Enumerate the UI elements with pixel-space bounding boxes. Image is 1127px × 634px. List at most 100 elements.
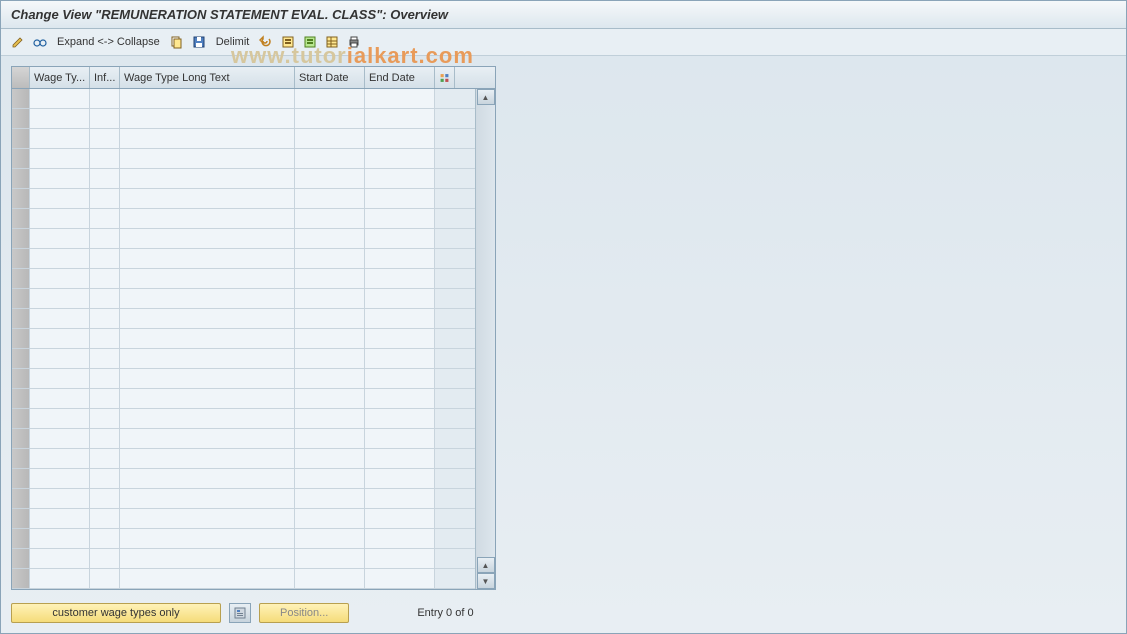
cell-long-text[interactable] <box>120 229 295 248</box>
table-row[interactable] <box>12 229 475 249</box>
cell-wage-type[interactable] <box>30 269 90 288</box>
cell-long-text[interactable] <box>120 289 295 308</box>
cell-long-text[interactable] <box>120 209 295 228</box>
cell-inf[interactable] <box>90 169 120 188</box>
table-row[interactable] <box>12 309 475 329</box>
scroll-track[interactable] <box>476 105 495 557</box>
row-selector[interactable] <box>12 329 30 348</box>
row-selector[interactable] <box>12 229 30 248</box>
cell-start-date[interactable] <box>295 289 365 308</box>
cell-wage-type[interactable] <box>30 509 90 528</box>
cell-start-date[interactable] <box>295 449 365 468</box>
scroll-down-icon[interactable]: ▼ <box>477 573 495 589</box>
cell-start-date[interactable] <box>295 389 365 408</box>
cell-end-date[interactable] <box>365 289 435 308</box>
cell-end-date[interactable] <box>365 409 435 428</box>
cell-long-text[interactable] <box>120 149 295 168</box>
row-selector[interactable] <box>12 469 30 488</box>
cell-start-date[interactable] <box>295 109 365 128</box>
row-selector[interactable] <box>12 289 30 308</box>
row-selector[interactable] <box>12 309 30 328</box>
cell-inf[interactable] <box>90 149 120 168</box>
cell-wage-type[interactable] <box>30 469 90 488</box>
cell-inf[interactable] <box>90 389 120 408</box>
row-selector[interactable] <box>12 349 30 368</box>
cell-start-date[interactable] <box>295 309 365 328</box>
cell-start-date[interactable] <box>295 169 365 188</box>
cell-end-date[interactable] <box>365 509 435 528</box>
cell-long-text[interactable] <box>120 129 295 148</box>
cell-start-date[interactable] <box>295 229 365 248</box>
table-configure-icon[interactable] <box>435 67 455 88</box>
cell-inf[interactable] <box>90 489 120 508</box>
customer-wage-types-button[interactable]: customer wage types only <box>11 603 221 623</box>
cell-end-date[interactable] <box>365 309 435 328</box>
cell-inf[interactable] <box>90 469 120 488</box>
cell-end-date[interactable] <box>365 109 435 128</box>
cell-wage-type[interactable] <box>30 429 90 448</box>
cell-wage-type[interactable] <box>30 529 90 548</box>
cell-end-date[interactable] <box>365 549 435 568</box>
cell-inf[interactable] <box>90 229 120 248</box>
select-all-icon[interactable] <box>279 33 297 51</box>
table-row[interactable] <box>12 209 475 229</box>
cell-long-text[interactable] <box>120 189 295 208</box>
table-row[interactable] <box>12 329 475 349</box>
delimit-button[interactable]: Delimit <box>212 36 254 48</box>
cell-inf[interactable] <box>90 449 120 468</box>
cell-inf[interactable] <box>90 289 120 308</box>
cell-start-date[interactable] <box>295 129 365 148</box>
cell-long-text[interactable] <box>120 329 295 348</box>
cell-inf[interactable] <box>90 509 120 528</box>
grid-icon[interactable] <box>323 33 341 51</box>
cell-wage-type[interactable] <box>30 149 90 168</box>
vertical-scrollbar[interactable]: ▲ ▲ ▼ <box>475 89 495 589</box>
table-row[interactable] <box>12 409 475 429</box>
cell-inf[interactable] <box>90 269 120 288</box>
table-row[interactable] <box>12 109 475 129</box>
cell-inf[interactable] <box>90 189 120 208</box>
row-selector[interactable] <box>12 169 30 188</box>
cell-start-date[interactable] <box>295 509 365 528</box>
row-selector[interactable] <box>12 209 30 228</box>
table-row[interactable] <box>12 429 475 449</box>
pencil-icon[interactable] <box>9 33 27 51</box>
cell-end-date[interactable] <box>365 429 435 448</box>
copy-icon[interactable] <box>168 33 186 51</box>
row-selector[interactable] <box>12 389 30 408</box>
row-selector[interactable] <box>12 269 30 288</box>
cell-end-date[interactable] <box>365 389 435 408</box>
cell-inf[interactable] <box>90 109 120 128</box>
cell-start-date[interactable] <box>295 489 365 508</box>
row-selector[interactable] <box>12 189 30 208</box>
col-header-inf[interactable]: Inf... <box>90 67 120 88</box>
cell-long-text[interactable] <box>120 89 295 108</box>
cell-long-text[interactable] <box>120 529 295 548</box>
cell-end-date[interactable] <box>365 149 435 168</box>
cell-wage-type[interactable] <box>30 309 90 328</box>
cell-long-text[interactable] <box>120 409 295 428</box>
cell-wage-type[interactable] <box>30 549 90 568</box>
table-row[interactable] <box>12 129 475 149</box>
row-selector[interactable] <box>12 129 30 148</box>
cell-start-date[interactable] <box>295 369 365 388</box>
cell-end-date[interactable] <box>365 489 435 508</box>
cell-end-date[interactable] <box>365 249 435 268</box>
row-selector[interactable] <box>12 429 30 448</box>
deselect-icon[interactable] <box>301 33 319 51</box>
position-button[interactable]: Position... <box>259 603 349 623</box>
cell-wage-type[interactable] <box>30 229 90 248</box>
cell-end-date[interactable] <box>365 89 435 108</box>
table-row[interactable] <box>12 149 475 169</box>
cell-start-date[interactable] <box>295 429 365 448</box>
table-row[interactable] <box>12 389 475 409</box>
cell-end-date[interactable] <box>365 329 435 348</box>
table-row[interactable] <box>12 529 475 549</box>
cell-start-date[interactable] <box>295 529 365 548</box>
cell-wage-type[interactable] <box>30 569 90 588</box>
row-selector[interactable] <box>12 149 30 168</box>
cell-inf[interactable] <box>90 309 120 328</box>
cell-inf[interactable] <box>90 529 120 548</box>
cell-inf[interactable] <box>90 569 120 588</box>
cell-inf[interactable] <box>90 409 120 428</box>
